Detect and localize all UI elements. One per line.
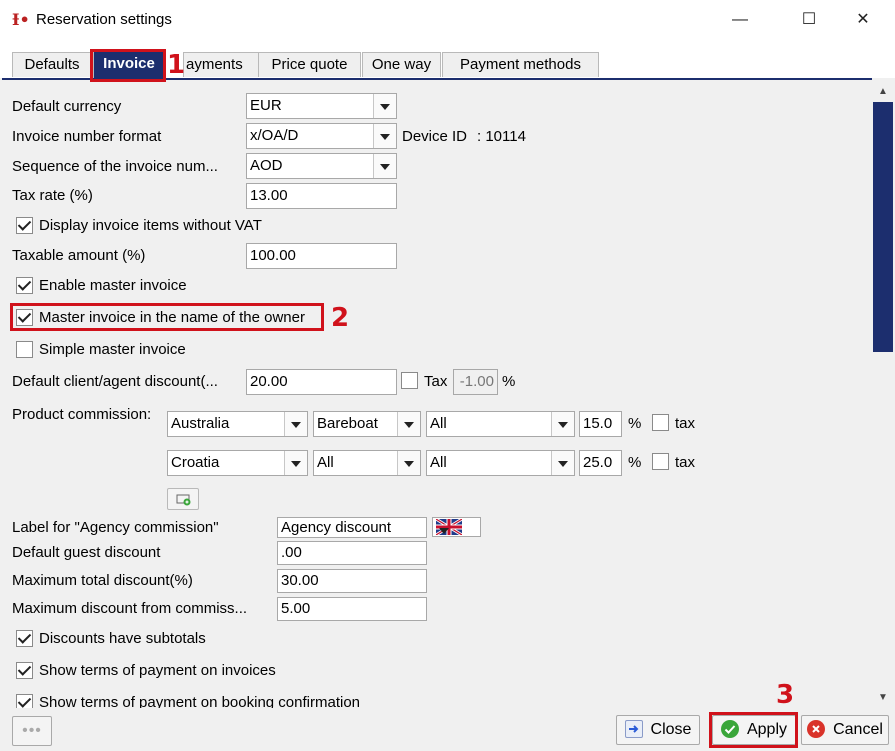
- tab-defaults[interactable]: Defaults: [12, 52, 92, 77]
- step-number-3: 3: [776, 680, 795, 710]
- device-id-value: : 10114: [477, 128, 526, 145]
- commission-country-select[interactable]: Australia: [167, 411, 308, 437]
- default-discount-label: Default client/agent discount(...: [12, 373, 218, 390]
- taxable-amount-input[interactable]: 100.00: [246, 243, 397, 269]
- minimize-button[interactable]: —: [717, 0, 763, 40]
- invoice-number-format-select[interactable]: x/OA/D: [246, 123, 397, 149]
- terms-on-booking-checkbox[interactable]: [16, 694, 33, 708]
- cancel-icon: [807, 720, 826, 738]
- maximize-button[interactable]: ☐: [786, 0, 832, 40]
- commission-scope-select[interactable]: All: [426, 411, 575, 437]
- tax-rate-input[interactable]: 13.00: [246, 183, 397, 209]
- product-commission-label: Product commission:: [12, 406, 152, 423]
- commission-value-input[interactable]: 15.0: [579, 411, 622, 437]
- chevron-down-icon: [284, 412, 307, 436]
- agency-commission-label: Label for "Agency commission": [12, 519, 219, 536]
- taxable-amount-label: Taxable amount (%): [12, 247, 146, 264]
- max-discount-commission-label: Maximum discount from commiss...: [12, 600, 248, 617]
- window-title: Reservation settings: [36, 11, 172, 28]
- enable-master-invoice-checkbox[interactable]: [16, 277, 33, 294]
- default-discount-input[interactable]: 20.00: [246, 369, 397, 395]
- chevron-down-icon: [551, 451, 574, 475]
- simple-master-invoice-checkbox[interactable]: [16, 341, 33, 358]
- app-logo-icon: Ɨ•: [12, 10, 30, 29]
- commission-tax-checkbox[interactable]: [652, 453, 669, 470]
- tab-one-way[interactable]: One way: [362, 52, 441, 77]
- terms-on-invoices-checkbox[interactable]: [16, 662, 33, 679]
- chevron-down-icon: [373, 124, 396, 148]
- sequence-select[interactable]: AOD: [246, 153, 397, 179]
- default-guest-discount-label: Default guest discount: [12, 544, 161, 561]
- scroll-up-icon[interactable]: ▲: [873, 82, 893, 102]
- close-window-button[interactable]: ✕: [840, 0, 886, 40]
- max-total-discount-label: Maximum total discount(%): [12, 572, 193, 589]
- commission-tax-label: tax: [675, 454, 696, 471]
- display-without-vat-label: Display invoice items without VAT: [39, 217, 262, 234]
- title-bar: Ɨ• Reservation settings — ☐ ✕: [0, 0, 895, 41]
- default-currency-label: Default currency: [12, 98, 122, 115]
- device-id-label: Device ID: [402, 128, 468, 145]
- commission-type-select[interactable]: Bareboat: [313, 411, 421, 437]
- chevron-down-icon: [373, 154, 396, 178]
- language-select[interactable]: [432, 517, 481, 537]
- scrollbar-thumb[interactable]: [873, 102, 893, 352]
- max-total-discount-input[interactable]: 30.00: [277, 569, 427, 593]
- step-number-1: 1: [167, 50, 186, 80]
- add-commission-button[interactable]: [167, 488, 199, 510]
- commission-type-select[interactable]: All: [313, 450, 421, 476]
- commission-scope-select[interactable]: All: [426, 450, 575, 476]
- commission-tax-checkbox[interactable]: [652, 414, 669, 431]
- default-guest-discount-input[interactable]: .00: [277, 541, 427, 565]
- step-number-2: 2: [331, 303, 350, 333]
- chevron-down-icon: [284, 451, 307, 475]
- close-button[interactable]: Close: [616, 715, 700, 745]
- display-without-vat-checkbox[interactable]: [16, 217, 33, 234]
- more-button[interactable]: •••: [12, 716, 52, 746]
- highlight-box-master-invoice: [10, 303, 324, 331]
- discount-tax-checkbox[interactable]: [401, 372, 418, 389]
- scroll-down-icon[interactable]: ▼: [873, 688, 893, 708]
- clipped-row: Show terms of payment on booking confirm…: [0, 690, 872, 708]
- exit-icon: [624, 720, 643, 738]
- tax-rate-label: Tax rate (%): [12, 187, 93, 204]
- agency-commission-input[interactable]: Agency discount: [277, 517, 427, 538]
- chevron-down-icon: [551, 412, 574, 436]
- max-discount-commission-input[interactable]: 5.00: [277, 597, 427, 621]
- tab-price-quote[interactable]: Price quote: [258, 52, 361, 77]
- commission-percent-label: %: [628, 454, 642, 471]
- highlight-box-invoice-tab: [90, 49, 166, 82]
- chevron-down-icon: [373, 94, 396, 118]
- chevron-down-icon: [397, 451, 420, 475]
- chevron-down-icon: [397, 412, 420, 436]
- commission-percent-label: %: [628, 415, 642, 432]
- discounts-subtotals-checkbox[interactable]: [16, 630, 33, 647]
- close-button-label: Close: [650, 721, 692, 738]
- tab-payment-methods[interactable]: Payment methods: [442, 52, 599, 77]
- commission-tax-label: tax: [675, 415, 696, 432]
- terms-on-invoices-label: Show terms of payment on invoices: [39, 662, 276, 679]
- discounts-subtotals-label: Discounts have subtotals: [39, 630, 206, 647]
- commission-value-input[interactable]: 25.0: [579, 450, 622, 476]
- discount-tax-label: Tax: [424, 373, 448, 390]
- commission-country-select[interactable]: Croatia: [167, 450, 308, 476]
- add-row-icon: [176, 494, 191, 506]
- default-currency-select[interactable]: EUR: [246, 93, 397, 119]
- terms-on-booking-label: Show terms of payment on booking confirm…: [39, 694, 360, 708]
- cancel-button-label: Cancel: [833, 721, 883, 738]
- sequence-label: Sequence of the invoice num...: [12, 158, 218, 175]
- discount-tax-input: -1.00: [453, 369, 498, 395]
- tab-payments[interactable]: ayments: [183, 52, 259, 77]
- discount-percent-label: %: [502, 373, 516, 390]
- highlight-box-apply: [709, 712, 798, 748]
- enable-master-invoice-label: Enable master invoice: [39, 277, 187, 294]
- simple-master-invoice-label: Simple master invoice: [39, 341, 186, 358]
- cancel-button[interactable]: Cancel: [801, 715, 889, 745]
- invoice-number-format-label: Invoice number format: [12, 128, 162, 145]
